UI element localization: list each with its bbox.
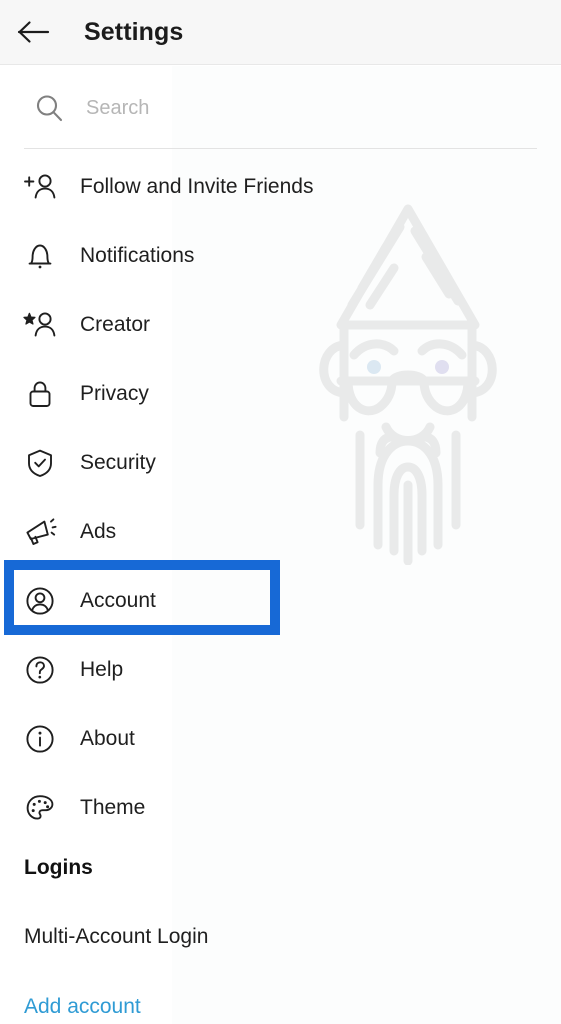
menu-item-creator[interactable]: Creator [0,290,561,359]
person-add-icon [12,159,68,215]
search-icon [18,93,80,123]
menu-item-label: Security [80,450,156,474]
back-button[interactable] [6,4,62,60]
search-row[interactable] [0,66,561,150]
menu-item-about[interactable]: About [0,704,561,773]
menu-item-label: About [80,726,135,750]
account-circle-icon [12,573,68,629]
bell-icon [12,228,68,284]
menu-item-theme[interactable]: Theme [0,773,561,842]
shield-check-icon [12,435,68,491]
settings-menu: Follow and Invite Friends Notifications [0,152,561,842]
menu-item-label: Help [80,657,124,681]
menu-item-label: Ads [80,519,117,543]
question-circle-icon [12,642,68,698]
menu-item-label: Follow and Invite Friends [80,174,314,198]
menu-item-label: Privacy [80,381,149,405]
menu-item-label: Theme [80,795,146,819]
arrow-left-icon [17,19,51,45]
megaphone-icon [12,504,68,560]
search-underline [24,148,537,149]
settings-screen: Settings Search Follow and Invite Friend… [0,0,561,1024]
page-title: Settings [84,17,184,46]
lock-icon [12,366,68,422]
menu-item-privacy[interactable]: Privacy [0,359,561,428]
add-account-link[interactable]: Add account [24,995,141,1019]
menu-item-notifications[interactable]: Notifications [0,221,561,290]
menu-item-ads[interactable]: Ads [0,497,561,566]
multi-account-login-row[interactable]: Multi-Account Login [24,925,208,949]
logins-section-title: Logins [24,856,93,879]
menu-item-help[interactable]: Help [0,635,561,704]
palette-icon [12,780,68,836]
info-circle-icon [12,711,68,767]
person-star-icon [12,297,68,353]
menu-item-follow-and-invite-friends[interactable]: Follow and Invite Friends [0,152,561,221]
search-input[interactable] [86,96,561,120]
menu-item-account[interactable]: Account [0,566,561,635]
menu-item-label: Account [80,588,156,612]
menu-item-label: Notifications [80,243,195,267]
menu-item-security[interactable]: Security [0,428,561,497]
app-header: Settings [0,0,561,65]
menu-item-label: Creator [80,312,151,336]
